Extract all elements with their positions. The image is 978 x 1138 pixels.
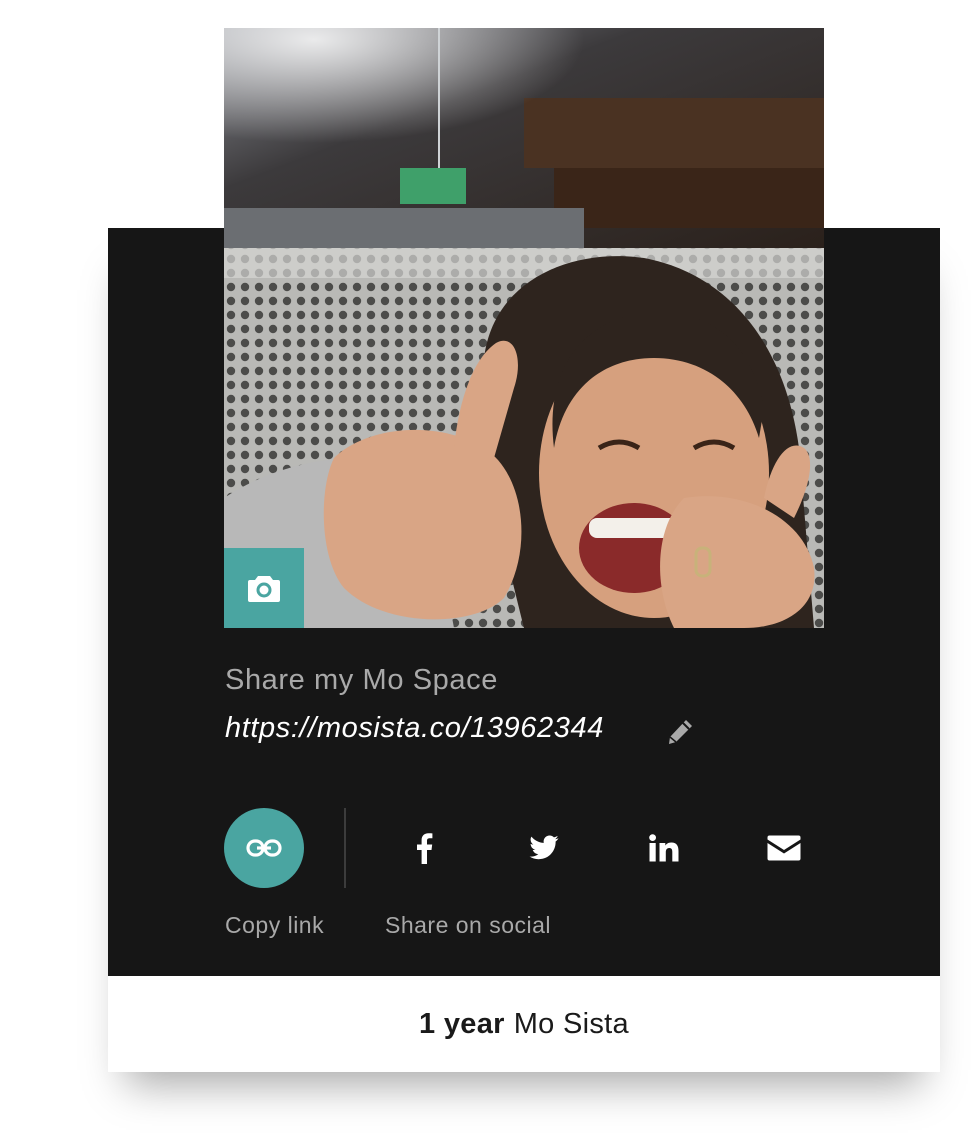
- profile-photo-illustration: [224, 28, 824, 628]
- email-share-button[interactable]: [754, 818, 814, 878]
- email-icon: [767, 835, 801, 861]
- share-page: 1 year Mo Sista Share my Mo Space https:…: [0, 0, 978, 1138]
- copy-link-button[interactable]: [224, 808, 304, 888]
- twitter-share-button[interactable]: [514, 818, 574, 878]
- facebook-icon: [417, 833, 433, 864]
- membership-duration: 1 year: [419, 1007, 505, 1040]
- share-on-social-label: Share on social: [385, 912, 552, 938]
- camera-icon: [248, 576, 280, 602]
- membership-footer: 1 year Mo Sista: [108, 976, 940, 1072]
- twitter-icon: [529, 835, 559, 860]
- profile-photo: [224, 28, 824, 628]
- membership-role: Mo Sista: [513, 1007, 629, 1040]
- pencil-icon: [669, 720, 692, 744]
- facebook-share-button[interactable]: [394, 818, 454, 878]
- link-icon: [246, 839, 282, 857]
- actions-divider: [344, 808, 346, 888]
- share-url-link[interactable]: https://mosista.co/13962344: [225, 712, 604, 745]
- edit-url-button[interactable]: [662, 714, 698, 750]
- change-photo-button[interactable]: [224, 548, 304, 628]
- linkedin-share-button[interactable]: [634, 818, 694, 878]
- copy-link-label: Copy link: [225, 912, 325, 938]
- share-title: Share my Mo Space: [225, 664, 498, 696]
- linkedin-icon: [649, 834, 679, 862]
